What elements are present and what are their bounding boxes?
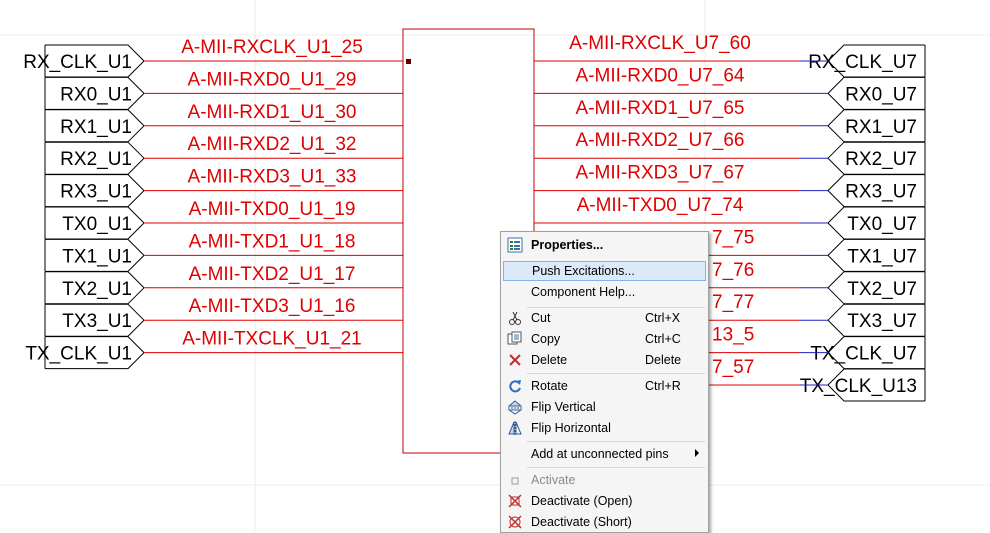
net-label-partial[interactable]: 13_5: [712, 325, 754, 346]
menu-separator: [527, 373, 705, 374]
copy-shortcut: Ctrl+C: [645, 332, 681, 346]
menu-item-delete[interactable]: Delete Delete: [503, 350, 706, 370]
left-port-label: TX1_U1: [62, 246, 132, 267]
net-label[interactable]: A-MII-TXCLK_U1_21: [182, 329, 362, 350]
net-label[interactable]: A-MII-RXD0_U7_64: [576, 65, 745, 86]
context-menu[interactable]: Properties... Push Excitations... Compon…: [500, 231, 709, 533]
menu-item-copy[interactable]: Copy Ctrl+C: [503, 329, 706, 349]
rotate-icon: [507, 378, 523, 394]
activate-label: Activate: [531, 473, 576, 487]
left-port-label: RX0_U1: [60, 84, 132, 105]
copy-icon: [507, 331, 523, 347]
flip-vertical-label: Flip Vertical: [531, 400, 596, 414]
pin1-marker: [406, 59, 411, 64]
menu-item-rotate[interactable]: Rotate Ctrl+R: [503, 376, 706, 396]
net-label[interactable]: A-MII-RXD2_U1_32: [188, 134, 357, 155]
net-label[interactable]: A-MII-RXD1_U1_30: [188, 102, 357, 123]
left-port-label: RX2_U1: [60, 149, 132, 170]
net-label[interactable]: A-MII-RXCLK_U1_25: [181, 37, 363, 58]
right-port-label: RX2_U7: [845, 149, 917, 170]
properties-icon: [507, 237, 523, 253]
right-port-label: TX_CLK_U13: [800, 376, 917, 397]
menu-item-flip-horizontal[interactable]: Flip Horizontal: [503, 418, 706, 438]
net-label[interactable]: A-MII-RXD2_U7_66: [576, 130, 745, 151]
right-port-label: TX2_U7: [847, 279, 917, 300]
menu-separator: [527, 441, 705, 442]
push-excitations-label: Push Excitations...: [532, 264, 635, 278]
rotate-shortcut: Ctrl+R: [645, 379, 681, 393]
left-port-label: RX3_U1: [60, 182, 132, 203]
net-label[interactable]: A-MII-RXD1_U7_65: [576, 98, 745, 119]
right-port-label: TX3_U7: [847, 311, 917, 332]
deactivate-open-icon: [507, 493, 523, 509]
schematic-canvas[interactable]: RX_CLK_U1 A-MII-RXCLK_U1_25 RX0_U1 A-MII-RX…: [0, 0, 990, 533]
right-port-label: TX1_U7: [847, 246, 917, 267]
net-label-partial[interactable]: 7_75: [712, 227, 754, 248]
delete-shortcut: Delete: [645, 353, 682, 367]
cut-label: Cut: [531, 311, 551, 325]
right-port-label: RX0_U7: [845, 84, 917, 105]
right-port-label: TX0_U7: [847, 214, 917, 235]
rotate-label: Rotate: [531, 379, 568, 393]
net-label[interactable]: A-MII-RXD0_U1_29: [188, 69, 357, 90]
delete-label: Delete: [531, 353, 568, 367]
menu-item-flip-vertical[interactable]: Flip Vertical: [503, 397, 706, 417]
right-port-label: RX1_U7: [845, 117, 917, 138]
net-label-partial[interactable]: 7_77: [712, 292, 754, 313]
net-label[interactable]: A-MII-TXD0_U7_74: [577, 195, 744, 216]
menu-separator: [527, 467, 705, 468]
right-port-label: RX3_U7: [845, 182, 917, 203]
left-port-label: RX_CLK_U1: [23, 52, 132, 73]
net-label[interactable]: A-MII-TXD2_U1_17: [189, 264, 356, 285]
left-port-label: TX0_U1: [62, 214, 132, 235]
menu-item-activate[interactable]: Activate: [503, 470, 706, 490]
net-label[interactable]: A-MII-TXD1_U1_18: [189, 231, 356, 252]
properties-label: Properties...: [531, 238, 604, 252]
net-label[interactable]: A-MII-RXD3_U1_33: [188, 167, 357, 188]
cut-shortcut: Ctrl+X: [645, 311, 681, 325]
menu-item-properties[interactable]: Properties...: [503, 235, 706, 255]
left-port-label: TX2_U1: [62, 279, 132, 300]
menu-item-deactivate-short[interactable]: Deactivate (Short): [503, 512, 706, 532]
delete-x-icon: [507, 352, 523, 368]
net-label[interactable]: A-MII-RXCLK_U7_60: [569, 33, 751, 54]
menu-item-cut[interactable]: Cut Ctrl+X: [503, 308, 706, 328]
net-label-partial[interactable]: 7_76: [712, 260, 754, 281]
net-label[interactable]: A-MII-RXD3_U7_67: [576, 163, 745, 184]
left-port-label: TX3_U1: [62, 311, 132, 332]
activate-icon: [507, 472, 523, 488]
menu-item-component-help[interactable]: Component Help...: [503, 282, 706, 302]
left-port-TX_CLK_U1[interactable]: TX_CLK_U1 A-MII-TXCLK_U1_21: [25, 329, 403, 370]
deactivate-short-icon: [507, 514, 523, 530]
submenu-arrow-icon: [695, 449, 699, 457]
menu-item-deactivate-open[interactable]: Deactivate (Open): [503, 491, 706, 511]
menu-item-add-unconnected[interactable]: Add at unconnected pins: [503, 444, 706, 464]
add-unconnected-label: Add at unconnected pins: [531, 447, 669, 461]
copy-label: Copy: [531, 332, 561, 346]
deactivate-short-label: Deactivate (Short): [531, 515, 632, 529]
menu-item-push-excitations[interactable]: Push Excitations...: [503, 261, 706, 281]
right-port-label: RX_CLK_U7: [808, 52, 917, 73]
left-port-label: RX1_U1: [60, 117, 132, 138]
flip-horizontal-icon: [507, 420, 523, 436]
component-help-label: Component Help...: [531, 285, 636, 299]
net-label-partial[interactable]: 7_57: [712, 357, 754, 378]
flip-horizontal-label: Flip Horizontal: [531, 421, 611, 435]
net-label[interactable]: A-MII-TXD0_U1_19: [189, 199, 356, 220]
left-port-label: TX_CLK_U1: [25, 344, 132, 365]
scissors-icon: [507, 310, 523, 326]
net-label[interactable]: A-MII-TXD3_U1_16: [189, 296, 356, 317]
deactivate-open-label: Deactivate (Open): [531, 494, 633, 508]
right-port-label: TX_CLK_U7: [810, 344, 917, 365]
flip-vertical-icon: [507, 399, 523, 415]
